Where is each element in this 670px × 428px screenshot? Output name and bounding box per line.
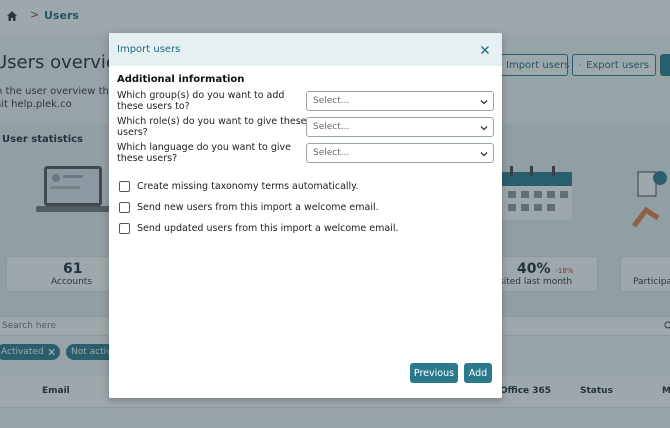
group-question-label: Which group(s) do you want to add these …: [117, 90, 285, 112]
role-select[interactable]: Select...: [306, 117, 494, 137]
group-select-value: Select...: [313, 96, 350, 106]
taxonomy-checkbox-row[interactable]: Create missing taxonomy terms automatica…: [119, 181, 358, 192]
group-select[interactable]: Select...: [306, 91, 494, 111]
section-title: Additional information: [117, 74, 245, 85]
role-select-value: Select...: [313, 122, 350, 132]
close-icon: [481, 46, 489, 54]
language-select[interactable]: Select...: [306, 143, 494, 163]
role-question-label: Which role(s) do you want to give these …: [117, 116, 307, 138]
modal-title: Import users: [117, 44, 181, 55]
previous-button[interactable]: Previous: [410, 363, 458, 383]
welcome-updated-checkbox[interactable]: [119, 223, 130, 234]
chevron-down-icon: [480, 126, 488, 131]
chevron-down-icon: [480, 100, 488, 105]
welcome-updated-checkbox-row[interactable]: Send updated users from this import a we…: [119, 223, 399, 234]
welcome-new-checkbox[interactable]: [119, 202, 130, 213]
chevron-down-icon: [480, 152, 488, 157]
welcome-new-checkbox-label: Send new users from this import a welcom…: [137, 202, 379, 213]
close-button[interactable]: [477, 42, 493, 58]
taxonomy-checkbox-label: Create missing taxonomy terms automatica…: [137, 181, 359, 192]
import-users-modal: Import users Additional information Whic…: [109, 33, 502, 398]
add-button[interactable]: Add: [464, 363, 492, 383]
welcome-new-checkbox-row[interactable]: Send new users from this import a welcom…: [119, 202, 379, 213]
welcome-updated-checkbox-label: Send updated users from this import a we…: [137, 223, 399, 234]
modal-header: Import users: [109, 33, 502, 66]
language-select-value: Select...: [313, 148, 350, 158]
language-question-label: Which language do you want to give these…: [117, 142, 291, 164]
taxonomy-checkbox[interactable]: [119, 181, 130, 192]
